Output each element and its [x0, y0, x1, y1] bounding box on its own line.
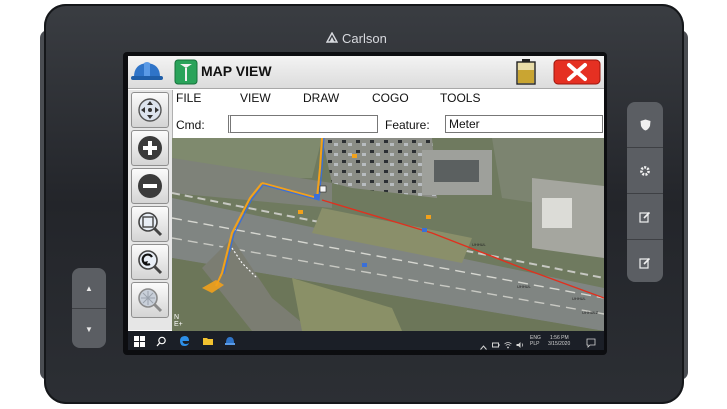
hardware-up-button[interactable]: ▲ [72, 268, 106, 308]
windows-taskbar: ENG PLP 1:56 PM 3/15/2020 [128, 331, 604, 350]
map-canvas[interactable]: UHHUL UHHUL UHHUL UHHULZ N E+ [172, 138, 604, 331]
svg-text:UHHUL: UHHUL [472, 242, 487, 247]
battery-indicator[interactable] [515, 59, 537, 90]
cmd-label: Cmd: [176, 118, 205, 132]
zoom-window-button[interactable] [131, 206, 169, 242]
search-icon [156, 336, 166, 347]
chevron-up-icon [480, 345, 487, 350]
battery-icon [492, 342, 500, 348]
title-bar: MAP VIEW [128, 56, 604, 89]
app-hard-hat-icon [225, 337, 235, 345]
battery-icon [516, 59, 536, 85]
notification-icon [586, 338, 596, 348]
zoom-window-icon [138, 212, 163, 237]
menu-draw[interactable]: DRAW [303, 91, 339, 105]
menu-cogo[interactable]: COGO [372, 91, 409, 105]
edit-icon [639, 257, 651, 269]
hard-hat-button[interactable] [130, 59, 164, 90]
hard-hat-icon [131, 62, 163, 80]
zoom-out-icon [138, 174, 162, 198]
device-brand: Carlson [326, 30, 406, 46]
windows-logo-icon [134, 336, 145, 347]
close-button[interactable] [553, 59, 601, 90]
start-button[interactable] [134, 334, 145, 350]
clock-date[interactable]: 3/15/2020 [548, 341, 570, 347]
speaker-icon [516, 342, 524, 348]
survey-button[interactable] [174, 59, 198, 90]
shield-icon [640, 119, 650, 130]
hardware-edit-button-1[interactable] [627, 193, 663, 239]
pan-button[interactable] [131, 92, 169, 128]
taskbar-search-button[interactable] [156, 334, 167, 350]
battery-tray-icon[interactable] [492, 336, 500, 350]
page-title: MAP VIEW [201, 63, 272, 79]
tray-expand-icon[interactable] [480, 337, 487, 350]
aerial-map-image: UHHUL UHHUL UHHUL UHHULZ [172, 138, 604, 331]
wifi-icon [504, 342, 512, 349]
command-input[interactable] [228, 115, 378, 133]
edit-icon [639, 211, 651, 223]
zoom-extents-icon [138, 288, 163, 313]
zoom-out-button[interactable] [131, 168, 169, 204]
close-icon [553, 59, 601, 85]
menu-file[interactable]: FILE [176, 91, 201, 105]
zoom-in-icon [138, 136, 162, 160]
zoom-extents-button[interactable] [131, 282, 169, 318]
zoom-previous-button[interactable] [131, 244, 169, 280]
network-tray-icon[interactable] [504, 336, 512, 350]
volume-tray-icon[interactable] [516, 336, 524, 350]
hardware-shield-button[interactable] [627, 102, 663, 147]
gear-icon [640, 165, 650, 176]
survey-rod-icon [174, 59, 198, 85]
carlson-logo-icon [326, 32, 338, 43]
menu-view[interactable]: VIEW [240, 91, 271, 105]
menu-tools[interactable]: TOOLS [440, 91, 480, 105]
hardware-down-button[interactable]: ▼ [72, 308, 106, 349]
svg-text:UHHUL: UHHUL [517, 284, 532, 289]
brand-label: Carlson [342, 30, 387, 46]
hardware-settings-button[interactable] [627, 147, 663, 193]
app-screen: MAP VIEW FILE VIEW DRAW COGO TOOLS Cmd: … [128, 56, 604, 350]
taskbar-explorer-button[interactable] [202, 334, 214, 350]
pan-icon [138, 98, 162, 122]
feature-input[interactable] [445, 115, 603, 133]
feature-label: Feature: [385, 118, 430, 132]
svg-text:UHHULZ: UHHULZ [582, 310, 599, 315]
compass-indicator: N E+ [174, 314, 183, 328]
zoom-previous-icon [138, 250, 163, 275]
edge-browser-icon [180, 336, 189, 346]
menu-bar: FILE VIEW DRAW COGO TOOLS [172, 89, 604, 107]
hardware-edit-button-2[interactable] [627, 239, 663, 285]
left-hardware-keys: ▲ ▼ [72, 268, 106, 348]
right-hardware-keys [627, 102, 663, 282]
folder-icon [203, 338, 213, 345]
input-language-line2[interactable]: PLP [530, 341, 539, 347]
taskbar-edge-button[interactable] [178, 334, 190, 350]
svg-text:UHHUL: UHHUL [572, 296, 587, 301]
command-row: Cmd: Feature: [172, 114, 604, 136]
action-center-button[interactable] [586, 335, 596, 350]
zoom-in-button[interactable] [131, 130, 169, 166]
taskbar-app-button[interactable] [224, 334, 236, 350]
map-toolbar [128, 90, 173, 330]
